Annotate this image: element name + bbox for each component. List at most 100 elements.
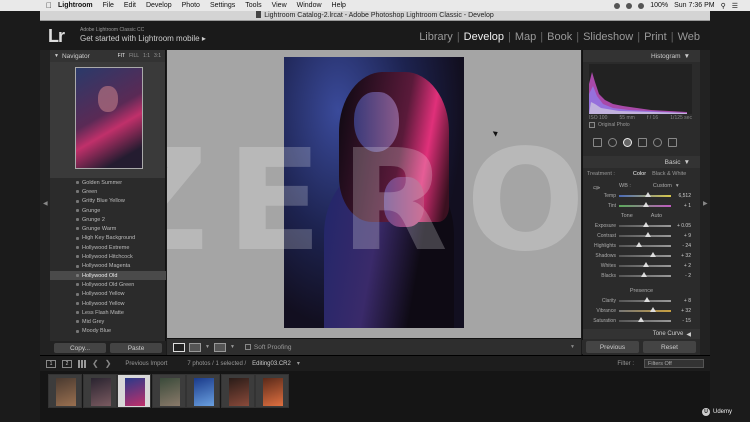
wifi-icon[interactable] [638, 2, 645, 9]
clarity-value[interactable]: + 8 [671, 298, 691, 304]
zoom-option[interactable]: 1:1 [143, 53, 150, 59]
filmstrip-thumbnail[interactable] [82, 374, 117, 408]
preset-item[interactable]: Golden Summer [50, 178, 166, 187]
reset-button[interactable]: Reset [643, 341, 696, 353]
saturation-value[interactable]: - 15 [671, 318, 691, 324]
filmstrip-thumbnail[interactable] [255, 374, 289, 408]
module-library[interactable]: Library [415, 31, 457, 43]
filmstrip-thumbnail[interactable] [220, 374, 255, 408]
highlights-value[interactable]: - 24 [671, 243, 691, 249]
soft-proofing-toggle[interactable]: Soft Proofing [244, 344, 291, 351]
blacks-slider[interactable] [619, 272, 671, 277]
mobile-promo[interactable]: Get started with Lightroom mobile ▸ [80, 34, 206, 43]
tint-slider-thumb[interactable] [643, 202, 650, 207]
highlights-slider-thumb[interactable] [635, 242, 642, 247]
basic-header[interactable]: Basic ▼ [583, 156, 700, 168]
preset-item[interactable]: Grunge Warm [50, 224, 166, 233]
menu-list-icon[interactable]: ☰ [732, 2, 738, 10]
before-after-icon[interactable] [189, 342, 201, 352]
clarity-slider[interactable] [619, 297, 671, 302]
zoom-option[interactable]: FIT [118, 53, 126, 59]
blacks-value[interactable]: - 2 [671, 273, 691, 279]
menu-item-develop[interactable]: Develop [146, 2, 172, 9]
navigator-thumbnail[interactable] [75, 67, 143, 169]
module-map[interactable]: Map [511, 31, 540, 43]
histogram[interactable] [589, 64, 692, 114]
module-slideshow[interactable]: Slideshow [579, 31, 637, 43]
filmstrip-thumbnail[interactable] [151, 374, 186, 408]
previous-button[interactable]: Previous [586, 341, 639, 353]
exposure-slider-thumb[interactable] [642, 222, 649, 227]
zoom-option[interactable]: 3:1 [154, 53, 161, 59]
preset-item[interactable]: Hollywood Old [50, 270, 166, 281]
blacks-slider-thumb[interactable] [641, 272, 648, 277]
dropbox-icon[interactable] [614, 2, 621, 9]
source-label[interactable]: Previous Import [125, 361, 167, 367]
original-photo-checkbox[interactable] [589, 122, 595, 128]
saturation-slider[interactable] [619, 317, 671, 322]
menu-item-settings[interactable]: Settings [210, 2, 235, 9]
treatment-color[interactable]: Color [633, 171, 646, 177]
preset-item[interactable]: Hollywood Hitchcock [50, 252, 166, 261]
filename-caret-icon[interactable]: ▾ [297, 360, 300, 367]
red-eye-tool-icon[interactable] [623, 137, 632, 147]
contrast-slider-thumb[interactable] [644, 232, 651, 237]
vibrance-value[interactable]: + 32 [671, 308, 691, 314]
search-icon[interactable]: ⚲ [721, 2, 726, 10]
menu-item-help[interactable]: Help [332, 2, 346, 9]
tone-curve-header[interactable]: Tone Curve ◀ [583, 329, 700, 339]
whites-slider-thumb[interactable] [642, 262, 649, 267]
shadows-value[interactable]: + 32 [671, 253, 691, 259]
image-canvas[interactable]: ZERO [167, 50, 581, 338]
before-after-caret-icon[interactable]: ▼ [205, 344, 210, 350]
creative-cloud-icon[interactable] [626, 2, 633, 9]
left-panel-toggle[interactable]: ◀ [40, 50, 50, 355]
exposure-slider[interactable] [619, 222, 671, 227]
preset-item[interactable]: Less Flash Matte [50, 308, 166, 317]
menu-item-photo[interactable]: Photo [182, 2, 200, 9]
menu-item-view[interactable]: View [272, 2, 287, 9]
temp-slider[interactable] [619, 192, 671, 197]
histogram-header[interactable]: Histogram ▼ [583, 50, 700, 62]
filter-select[interactable]: Filters Off [644, 359, 704, 368]
preset-item[interactable]: Grunge [50, 206, 166, 215]
whites-slider[interactable] [619, 262, 671, 267]
preset-item[interactable]: Grunge 2 [50, 215, 166, 224]
original-photo-toggle[interactable]: Original Photo [589, 122, 700, 128]
preset-item[interactable]: Mid Grey [50, 317, 166, 326]
back-arrow-icon[interactable]: ❮ [92, 359, 99, 368]
highlights-slider[interactable] [619, 242, 671, 247]
shadows-slider-thumb[interactable] [650, 252, 657, 257]
module-print[interactable]: Print [640, 31, 671, 43]
filmstrip-thumbnail[interactable] [48, 374, 82, 408]
menu-item-window[interactable]: Window [297, 2, 322, 9]
exposure-value[interactable]: + 0.05 [671, 223, 691, 229]
crop-tool-icon[interactable] [593, 137, 602, 147]
loupe-view-icon[interactable] [173, 342, 185, 352]
preset-item[interactable]: Gritty Blue Yellow [50, 197, 166, 206]
page-2-button[interactable]: 2 [62, 359, 72, 368]
yy-compare-icon[interactable] [213, 342, 226, 352]
soft-proofing-checkbox[interactable] [244, 344, 251, 350]
navigator-header[interactable]: ▼ Navigator FIT FILL 1:1 3:1 [50, 50, 165, 62]
filmstrip-thumbnail[interactable] [186, 374, 220, 408]
vibrance-slider[interactable] [619, 307, 671, 312]
wb-select[interactable]: Custom [653, 183, 672, 189]
shadows-slider[interactable] [619, 252, 671, 257]
grid-view-icon[interactable] [78, 359, 86, 368]
vibrance-slider-thumb[interactable] [650, 307, 657, 312]
whites-value[interactable]: + 2 [671, 263, 691, 269]
filename[interactable]: Editing03.CR2 [252, 361, 291, 367]
zoom-option[interactable]: FILL [129, 53, 139, 59]
preset-item[interactable]: Hollywood Old Green [50, 280, 166, 289]
temp-slider-thumb[interactable] [645, 192, 652, 197]
tint-value[interactable]: + 1 [671, 203, 691, 209]
forward-arrow-icon[interactable]: ❯ [105, 359, 112, 368]
toolbar-menu-icon[interactable]: ▼ [570, 344, 575, 350]
tint-slider[interactable] [619, 202, 671, 207]
preset-item[interactable]: Hollywood Yellow [50, 299, 166, 308]
preset-item[interactable]: High Key Background [50, 234, 166, 243]
contrast-value[interactable]: + 9 [671, 233, 691, 239]
preset-item[interactable]: Hollywood Magenta [50, 262, 166, 271]
menu-item-file[interactable]: File [103, 2, 114, 9]
